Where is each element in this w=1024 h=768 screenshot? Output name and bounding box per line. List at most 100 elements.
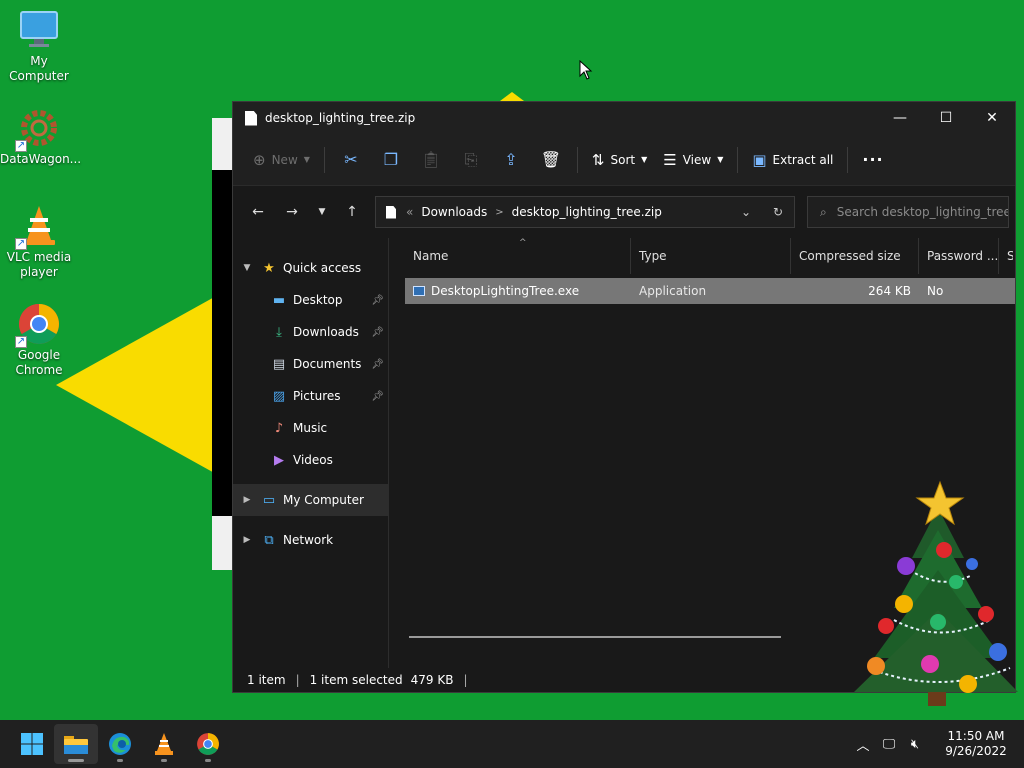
search-input[interactable]: Search desktop_lighting_tree...	[837, 205, 1008, 219]
nav-label: Music	[293, 421, 328, 435]
edge-icon	[109, 733, 131, 755]
christmas-tree-decoration[interactable]	[850, 480, 1020, 716]
arrow-right-icon: →	[286, 204, 298, 220]
title-bar[interactable]: desktop_lighting_tree.zip — ☐ ✕	[233, 102, 1015, 134]
clock-date: 9/26/2022	[945, 744, 1007, 758]
clock[interactable]: 11:50 AM 9/26/2022	[928, 729, 1024, 759]
pin-icon: 📌︎	[371, 294, 384, 306]
minimize-button[interactable]: —	[877, 102, 923, 134]
shortcut-arrow-icon: ↗	[15, 238, 27, 250]
desktop-icon-my-computer[interactable]: My Computer	[0, 8, 78, 84]
refresh-button[interactable]: ↻	[762, 205, 794, 219]
show-hidden-icons-button[interactable]: ︿	[850, 735, 876, 754]
clipboard-icon: 📋︎	[420, 150, 442, 169]
network-status-icon[interactable]: 🖵︎	[876, 737, 902, 752]
back-button[interactable]: ←	[241, 196, 275, 228]
address-dropdown-button[interactable]: ⌄	[730, 205, 762, 219]
file-compressed-size: 264 KB	[868, 284, 911, 298]
chevron-down-icon: ▼	[318, 207, 326, 217]
file-type: Application	[639, 284, 707, 298]
divider	[847, 146, 849, 173]
chrome-icon: ↗	[15, 302, 61, 348]
nav-label: Desktop	[293, 293, 343, 307]
new-label: New	[271, 152, 298, 167]
folder-icon	[64, 736, 88, 754]
search-box[interactable]: ⌕ Search desktop_lighting_tree...	[807, 196, 1009, 228]
nav-item-pictures[interactable]: ▨ Pictures 📌︎	[233, 380, 388, 412]
table-row[interactable]: DesktopLightingTree.exe Application 264 …	[405, 278, 1015, 304]
nav-label: Videos	[293, 453, 333, 467]
breadcrumb-downloads[interactable]: Downloads	[421, 205, 487, 219]
more-options-button[interactable]: ···	[854, 144, 891, 176]
shortcut-arrow-icon: ↗	[15, 140, 27, 152]
taskbar-edge[interactable]	[98, 724, 142, 764]
extract-all-button[interactable]: ▣ Extract all	[744, 144, 841, 176]
nav-label: Quick access	[283, 261, 362, 275]
nav-quick-access[interactable]: ▼ ★ Quick access	[233, 252, 388, 284]
desktop-wallpaper-triangle	[56, 285, 236, 485]
star-icon: ★	[263, 260, 275, 276]
gear-icon: ↗	[15, 106, 61, 152]
close-button[interactable]: ✕	[969, 102, 1015, 134]
divider	[576, 146, 578, 173]
chevron-right-icon: ▶	[243, 495, 251, 505]
chevron-down-icon: ▼	[243, 263, 251, 273]
document-icon: ▤	[272, 356, 286, 372]
chevron-right-icon: ▶	[243, 535, 251, 545]
desktop-icon-vlc[interactable]: ↗ VLC media player	[0, 204, 78, 280]
nav-item-downloads[interactable]: ⤓ Downloads 📌︎	[233, 316, 388, 348]
volume-muted-icon[interactable]: 🔇︎	[902, 737, 928, 752]
share-button[interactable]: ⇪	[491, 144, 531, 176]
nav-item-network[interactable]: ▶ ⧉ Network	[233, 524, 388, 556]
pin-icon: 📌︎	[371, 326, 384, 338]
chevron-down-icon: ⌄	[740, 205, 752, 219]
column-header-password[interactable]: Password ...	[919, 238, 999, 274]
copy-button[interactable]: ❐	[371, 144, 411, 176]
nav-item-documents[interactable]: ▤ Documents 📌︎	[233, 348, 388, 380]
recent-locations-button[interactable]: ▼	[309, 196, 335, 228]
item-count: 1 item	[247, 673, 286, 687]
rename-button[interactable]: ⎘	[451, 144, 491, 176]
nav-item-music[interactable]: ♪ Music	[233, 412, 388, 444]
nav-item-my-computer[interactable]: ▶ ▭ My Computer	[233, 484, 388, 516]
trash-icon: 🗑︎	[540, 150, 562, 169]
forward-button[interactable]: →	[275, 196, 309, 228]
sort-icon: ⇅	[591, 150, 605, 169]
shortcut-arrow-icon: ↗	[15, 336, 27, 348]
column-header-compressed-size[interactable]: Compressed size	[791, 238, 919, 274]
start-button[interactable]	[10, 724, 54, 764]
nav-item-desktop[interactable]: ▬ Desktop 📌︎	[233, 284, 388, 316]
desktop-icon-label: VLC media player	[6, 250, 72, 279]
desktop-icon-chrome[interactable]: ↗ Google Chrome	[0, 302, 78, 378]
pin-icon: 📌︎	[371, 390, 384, 402]
breadcrumb-zip[interactable]: desktop_lighting_tree.zip	[512, 205, 662, 219]
nav-label: Network	[283, 533, 334, 547]
view-list-icon: ☰	[663, 150, 677, 169]
chevron-down-icon: ▼	[303, 155, 310, 164]
view-button[interactable]: ☰ View ▼	[655, 144, 731, 176]
paste-button[interactable]: 📋︎	[411, 144, 451, 176]
column-header-name[interactable]: Name	[405, 238, 631, 274]
column-header-type[interactable]: Type	[631, 238, 791, 274]
up-button[interactable]: ↑	[335, 196, 369, 228]
column-header-size[interactable]: Si	[999, 238, 1013, 274]
taskbar-chrome[interactable]	[186, 724, 230, 764]
horizontal-scrollbar[interactable]	[409, 636, 781, 638]
new-button[interactable]: ⊕ New ▼	[245, 144, 318, 176]
taskbar-file-explorer[interactable]	[54, 724, 98, 764]
desktop-icon-datawagon[interactable]: ↗ DataWagon...	[0, 106, 81, 167]
delete-button[interactable]: 🗑︎	[531, 144, 571, 176]
view-label: View	[682, 152, 712, 167]
monitor-icon	[17, 8, 61, 52]
taskbar-vlc[interactable]	[142, 724, 186, 764]
nav-item-videos[interactable]: ▶ Videos	[233, 444, 388, 476]
application-icon	[413, 286, 425, 296]
network-icon: ⧉	[264, 532, 274, 548]
file-name-cell: DesktopLightingTree.exe	[405, 284, 631, 298]
search-icon: ⌕	[820, 204, 827, 219]
maximize-button[interactable]: ☐	[923, 102, 969, 134]
window-title: desktop_lighting_tree.zip	[265, 111, 416, 125]
address-bar[interactable]: « Downloads > desktop_lighting_tree.zip …	[375, 196, 795, 228]
sort-button[interactable]: ⇅ Sort ▼	[584, 144, 655, 176]
cut-button[interactable]: ✂	[331, 144, 371, 176]
